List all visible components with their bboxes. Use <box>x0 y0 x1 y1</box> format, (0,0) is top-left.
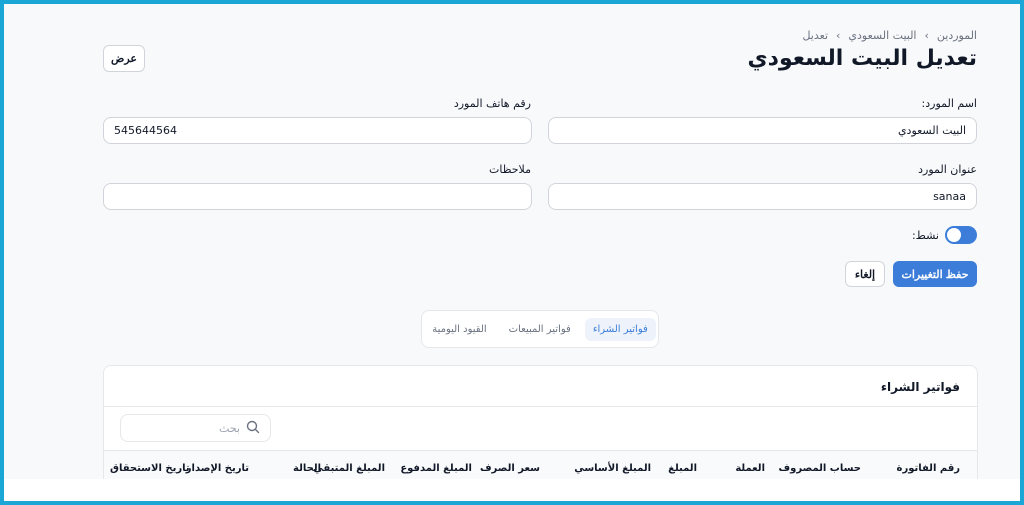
cancel-button[interactable]: إلغاء <box>845 261 885 287</box>
column-header[interactable]: سعر الصرف <box>480 463 540 474</box>
breadcrumb-suppliers[interactable]: الموردين <box>937 29 977 42</box>
notes-label: ملاحظات <box>489 163 531 176</box>
column-header[interactable]: الحالة <box>293 463 321 474</box>
page-title: تعديل البيت السعودي <box>747 46 977 71</box>
notes-field[interactable] <box>103 183 532 210</box>
tab-sales-invoices[interactable]: فواتير المبيعات <box>501 318 579 341</box>
column-header[interactable]: تاريخ الاستحقاق <box>110 463 190 474</box>
breadcrumb-edit: تعديل <box>802 29 829 42</box>
column-header[interactable]: المبلغ المتبقي <box>313 463 385 474</box>
tab-bar: فواتير الشراء فواتير المبيعات القيود الي… <box>421 310 659 348</box>
breadcrumb: الموردين › البيت السعودي › تعديل <box>802 29 977 42</box>
toggle-knob <box>947 228 961 242</box>
column-header[interactable]: تاريخ الإصدار <box>186 463 249 474</box>
active-toggle-row: نشط: <box>912 226 977 244</box>
table-header: رقم الفاتورة حساب المصروف العملة المبلغ … <box>104 450 977 479</box>
column-header[interactable]: رقم الفاتورة <box>897 463 960 474</box>
supplier-address-field[interactable] <box>548 183 977 210</box>
supplier-phone-label: رقم هاتف المورد <box>453 97 531 110</box>
card-title: فواتير الشراء <box>880 380 960 394</box>
chevron-left-icon: › <box>836 29 841 42</box>
column-header[interactable]: المبلغ <box>668 463 697 474</box>
active-toggle[interactable] <box>945 226 977 244</box>
divider <box>104 406 977 407</box>
supplier-phone-field[interactable] <box>103 117 532 144</box>
bottom-strip <box>4 479 1020 501</box>
supplier-name-field[interactable] <box>548 117 977 144</box>
search-box <box>120 414 271 442</box>
column-header[interactable]: المبلغ الأساسي <box>574 463 651 474</box>
view-button[interactable]: عرض <box>103 45 145 72</box>
save-changes-button[interactable]: حفظ التغييرات <box>893 261 977 287</box>
purchase-invoices-card: فواتير الشراء رقم الفاتورة حساب المصروف … <box>103 365 978 479</box>
chevron-left-icon: › <box>924 29 929 42</box>
app-frame: الموردين › البيت السعودي › تعديل تعديل ا… <box>4 4 1020 479</box>
column-header[interactable]: حساب المصروف <box>779 463 861 474</box>
column-header[interactable]: العملة <box>735 463 765 474</box>
breadcrumb-supplier[interactable]: البيت السعودي <box>848 29 916 42</box>
tab-journal-entries[interactable]: القيود اليومية <box>424 318 494 341</box>
search-input[interactable] <box>131 421 240 435</box>
search-icon[interactable] <box>246 419 260 438</box>
active-label: نشط: <box>911 228 939 242</box>
supplier-address-label: عنوان المورد <box>918 163 977 176</box>
supplier-name-label: اسم المورد: <box>921 97 977 110</box>
tab-purchase-invoices[interactable]: فواتير الشراء <box>584 317 656 341</box>
column-header[interactable]: المبلغ المدفوع <box>400 463 472 474</box>
